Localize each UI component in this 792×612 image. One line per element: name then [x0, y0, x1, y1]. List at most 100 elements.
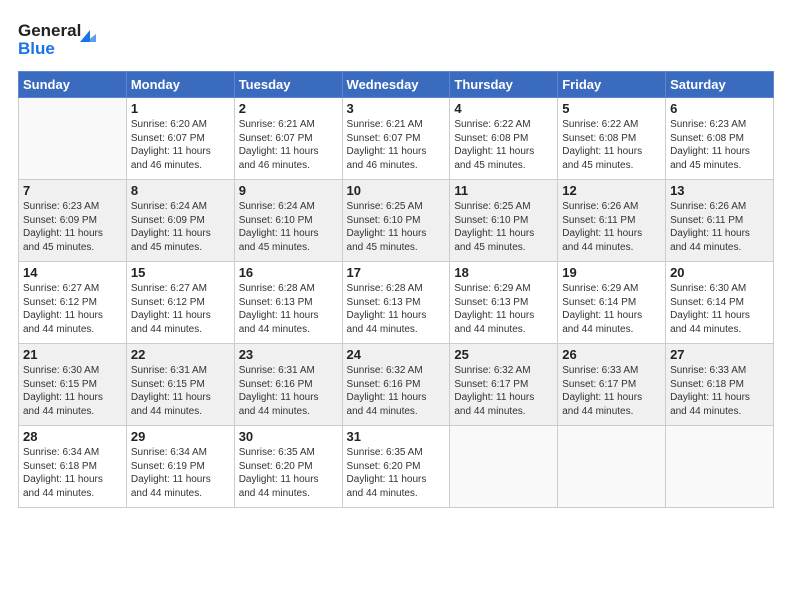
day-number: 22 — [131, 347, 230, 362]
day-number: 26 — [562, 347, 661, 362]
calendar-cell: 9 Sunrise: 6:24 AMSunset: 6:10 PMDaylight… — [234, 180, 342, 262]
day-info: Sunrise: 6:23 AMSunset: 6:09 PMDaylight:… — [23, 200, 122, 254]
week-row-3: 14 Sunrise: 6:27 AMSunset: 6:12 PMDayligh… — [19, 262, 774, 344]
day-number: 1 — [131, 101, 230, 116]
week-row-4: 21 Sunrise: 6:30 AMSunset: 6:15 PMDayligh… — [19, 344, 774, 426]
day-info: Sunrise: 6:25 AMSunset: 6:10 PMDaylight:… — [347, 200, 446, 254]
svg-text:General: General — [18, 21, 81, 40]
day-info: Sunrise: 6:35 AMSunset: 6:20 PMDaylight:… — [347, 446, 446, 500]
day-number: 13 — [670, 183, 769, 198]
day-info: Sunrise: 6:32 AMSunset: 6:16 PMDaylight:… — [347, 364, 446, 418]
calendar-cell — [19, 98, 127, 180]
calendar-cell — [666, 426, 774, 508]
day-info: Sunrise: 6:31 AMSunset: 6:16 PMDaylight:… — [239, 364, 338, 418]
week-row-2: 7 Sunrise: 6:23 AMSunset: 6:09 PMDaylight… — [19, 180, 774, 262]
calendar-cell: 2 Sunrise: 6:21 AMSunset: 6:07 PMDaylight… — [234, 98, 342, 180]
day-info: Sunrise: 6:34 AMSunset: 6:19 PMDaylight:… — [131, 446, 230, 500]
day-number: 10 — [347, 183, 446, 198]
calendar-cell: 29 Sunrise: 6:34 AMSunset: 6:19 PMDayligh… — [126, 426, 234, 508]
weekday-header-row: SundayMondayTuesdayWednesdayThursdayFrid… — [19, 72, 774, 98]
day-number: 2 — [239, 101, 338, 116]
calendar-cell: 16 Sunrise: 6:28 AMSunset: 6:13 PMDayligh… — [234, 262, 342, 344]
day-info: Sunrise: 6:33 AMSunset: 6:18 PMDaylight:… — [670, 364, 769, 418]
calendar-cell: 17 Sunrise: 6:28 AMSunset: 6:13 PMDayligh… — [342, 262, 450, 344]
day-number: 20 — [670, 265, 769, 280]
day-number: 17 — [347, 265, 446, 280]
day-info: Sunrise: 6:32 AMSunset: 6:17 PMDaylight:… — [454, 364, 553, 418]
logo-text: General Blue — [18, 16, 108, 65]
weekday-header-tuesday: Tuesday — [234, 72, 342, 98]
weekday-header-friday: Friday — [558, 72, 666, 98]
calendar-cell: 13 Sunrise: 6:26 AMSunset: 6:11 PMDayligh… — [666, 180, 774, 262]
calendar-cell: 18 Sunrise: 6:29 AMSunset: 6:13 PMDayligh… — [450, 262, 558, 344]
weekday-header-thursday: Thursday — [450, 72, 558, 98]
calendar-cell — [450, 426, 558, 508]
day-info: Sunrise: 6:28 AMSunset: 6:13 PMDaylight:… — [239, 282, 338, 336]
calendar-cell: 4 Sunrise: 6:22 AMSunset: 6:08 PMDaylight… — [450, 98, 558, 180]
day-number: 29 — [131, 429, 230, 444]
day-number: 15 — [131, 265, 230, 280]
calendar-cell: 25 Sunrise: 6:32 AMSunset: 6:17 PMDayligh… — [450, 344, 558, 426]
day-number: 3 — [347, 101, 446, 116]
day-info: Sunrise: 6:25 AMSunset: 6:10 PMDaylight:… — [454, 200, 553, 254]
day-number: 11 — [454, 183, 553, 198]
calendar-cell: 5Sunrise: 6:22 AMSunset: 6:08 PMDaylight… — [558, 98, 666, 180]
day-info: Sunrise: 6:29 AMSunset: 6:14 PMDaylight:… — [562, 282, 661, 336]
day-info: Sunrise: 6:29 AMSunset: 6:13 PMDaylight:… — [454, 282, 553, 336]
calendar-cell: 22 Sunrise: 6:31 AMSunset: 6:15 PMDayligh… — [126, 344, 234, 426]
day-number: 18 — [454, 265, 553, 280]
calendar-cell: 24 Sunrise: 6:32 AMSunset: 6:16 PMDayligh… — [342, 344, 450, 426]
calendar-cell: 7 Sunrise: 6:23 AMSunset: 6:09 PMDaylight… — [19, 180, 127, 262]
header: General Blue — [18, 16, 774, 65]
calendar-cell: 6Sunrise: 6:23 AMSunset: 6:08 PMDaylight… — [666, 98, 774, 180]
day-number: 27 — [670, 347, 769, 362]
day-number: 31 — [347, 429, 446, 444]
day-info: Sunrise: 6:35 AMSunset: 6:20 PMDaylight:… — [239, 446, 338, 500]
day-number: 16 — [239, 265, 338, 280]
day-number: 14 — [23, 265, 122, 280]
calendar-container: General Blue SundayMondayTuesdayWednesda… — [0, 0, 792, 518]
weekday-header-saturday: Saturday — [666, 72, 774, 98]
svg-text:Blue: Blue — [18, 39, 55, 58]
day-number: 23 — [239, 347, 338, 362]
day-info: Sunrise: 6:22 AMSunset: 6:08 PMDaylight:… — [454, 118, 553, 172]
logo: General Blue — [18, 16, 108, 65]
day-number: 8 — [131, 183, 230, 198]
calendar-cell: 14Sunrise: 6:27 AMSunset: 6:12 PMDayligh… — [19, 262, 127, 344]
calendar-table: SundayMondayTuesdayWednesdayThursdayFrid… — [18, 71, 774, 508]
day-info: Sunrise: 6:33 AMSunset: 6:17 PMDaylight:… — [562, 364, 661, 418]
day-number: 21 — [23, 347, 122, 362]
calendar-cell: 15 Sunrise: 6:27 AMSunset: 6:12 PMDayligh… — [126, 262, 234, 344]
calendar-cell: 10 Sunrise: 6:25 AMSunset: 6:10 PMDayligh… — [342, 180, 450, 262]
day-info: Sunrise: 6:30 AMSunset: 6:15 PMDaylight:… — [23, 364, 122, 418]
day-info: Sunrise: 6:24 AMSunset: 6:09 PMDaylight:… — [131, 200, 230, 254]
calendar-cell: 12Sunrise: 6:26 AMSunset: 6:11 PMDayligh… — [558, 180, 666, 262]
day-info: Sunrise: 6:31 AMSunset: 6:15 PMDaylight:… — [131, 364, 230, 418]
day-info: Sunrise: 6:26 AMSunset: 6:11 PMDaylight:… — [670, 200, 769, 254]
calendar-cell: 27 Sunrise: 6:33 AMSunset: 6:18 PMDayligh… — [666, 344, 774, 426]
day-number: 7 — [23, 183, 122, 198]
day-number: 25 — [454, 347, 553, 362]
day-number: 9 — [239, 183, 338, 198]
day-info: Sunrise: 6:21 AMSunset: 6:07 PMDaylight:… — [239, 118, 338, 172]
calendar-cell: 1 Sunrise: 6:20 AMSunset: 6:07 PMDaylight… — [126, 98, 234, 180]
day-number: 24 — [347, 347, 446, 362]
day-info: Sunrise: 6:20 AMSunset: 6:07 PMDaylight:… — [131, 118, 230, 172]
calendar-cell: 20 Sunrise: 6:30 AMSunset: 6:14 PMDayligh… — [666, 262, 774, 344]
calendar-cell: 19Sunrise: 6:29 AMSunset: 6:14 PMDayligh… — [558, 262, 666, 344]
day-info: Sunrise: 6:24 AMSunset: 6:10 PMDaylight:… — [239, 200, 338, 254]
calendar-cell: 8 Sunrise: 6:24 AMSunset: 6:09 PMDaylight… — [126, 180, 234, 262]
day-info: Sunrise: 6:22 AMSunset: 6:08 PMDaylight:… — [562, 118, 661, 172]
calendar-cell: 23 Sunrise: 6:31 AMSunset: 6:16 PMDayligh… — [234, 344, 342, 426]
day-info: Sunrise: 6:26 AMSunset: 6:11 PMDaylight:… — [562, 200, 661, 254]
calendar-cell: 11 Sunrise: 6:25 AMSunset: 6:10 PMDayligh… — [450, 180, 558, 262]
week-row-5: 28Sunrise: 6:34 AMSunset: 6:18 PMDayligh… — [19, 426, 774, 508]
day-info: Sunrise: 6:27 AMSunset: 6:12 PMDaylight:… — [131, 282, 230, 336]
weekday-header-sunday: Sunday — [19, 72, 127, 98]
day-number: 28 — [23, 429, 122, 444]
day-info: Sunrise: 6:23 AMSunset: 6:08 PMDaylight:… — [670, 118, 769, 172]
calendar-cell: 3Sunrise: 6:21 AMSunset: 6:07 PMDaylight… — [342, 98, 450, 180]
day-info: Sunrise: 6:30 AMSunset: 6:14 PMDaylight:… — [670, 282, 769, 336]
day-info: Sunrise: 6:28 AMSunset: 6:13 PMDaylight:… — [347, 282, 446, 336]
day-number: 4 — [454, 101, 553, 116]
